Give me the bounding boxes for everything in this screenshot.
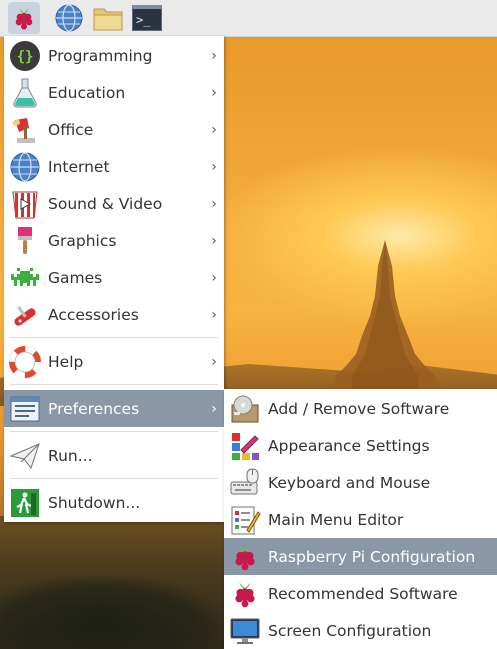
menu-separator (10, 384, 218, 385)
globe-icon (55, 4, 83, 32)
wallpaper-trees (0, 576, 220, 649)
submenu-item-keyboard-mouse[interactable]: Keyboard and Mouse (224, 464, 497, 501)
internet-icon (8, 150, 42, 184)
screen-configuration-icon (228, 614, 262, 648)
raspberry-icon (228, 577, 262, 611)
raspberry-icon (15, 8, 33, 30)
preferences-submenu: Add / Remove Software Appearance Setting… (224, 389, 497, 649)
submenu-arrow-icon: › (211, 158, 217, 175)
file-manager-button[interactable] (92, 2, 124, 34)
submenu-item-appearance-settings[interactable]: Appearance Settings (224, 427, 497, 464)
svg-text:{}: {} (17, 49, 34, 65)
main-menu: {} Programming › Education › Office › In… (4, 36, 224, 522)
menu-item-graphics[interactable]: Graphics › (4, 222, 224, 259)
menu-item-programming[interactable]: {} Programming › (4, 37, 224, 74)
submenu-arrow-icon: › (211, 269, 217, 286)
menu-item-run[interactable]: Run... (4, 437, 224, 474)
menu-separator (10, 337, 218, 338)
games-icon (8, 261, 42, 295)
main-menu-editor-icon (228, 503, 262, 537)
raspberry-icon (228, 540, 262, 574)
submenu-item-add-remove-software[interactable]: Add / Remove Software (224, 390, 497, 427)
submenu-item-main-menu-editor[interactable]: Main Menu Editor (224, 501, 497, 538)
submenu-arrow-icon: › (211, 400, 217, 417)
menu-button[interactable] (8, 2, 40, 34)
submenu-item-screen-configuration[interactable]: Screen Configuration (224, 612, 497, 649)
terminal-icon: >_ (132, 5, 162, 31)
submenu-arrow-icon: › (211, 195, 217, 212)
submenu-item-recommended-software[interactable]: Recommended Software (224, 575, 497, 612)
menu-item-office[interactable]: Office › (4, 111, 224, 148)
menu-item-games[interactable]: Games › (4, 259, 224, 296)
run-icon (8, 439, 42, 473)
accessories-icon (8, 298, 42, 332)
menu-item-sound-video[interactable]: Sound & Video › (4, 185, 224, 222)
browser-button[interactable] (53, 2, 85, 34)
folder-icon (93, 8, 123, 31)
menu-item-preferences[interactable]: Preferences › (4, 390, 224, 427)
education-icon (8, 76, 42, 110)
menu-separator (10, 431, 218, 432)
menu-item-accessories[interactable]: Accessories › (4, 296, 224, 333)
shutdown-icon (8, 486, 42, 520)
help-icon (8, 345, 42, 379)
appearance-settings-icon (228, 429, 262, 463)
submenu-arrow-icon: › (211, 121, 217, 138)
submenu-arrow-icon: › (211, 47, 217, 64)
submenu-arrow-icon: › (211, 353, 217, 370)
menu-separator (10, 478, 218, 479)
add-remove-software-icon (228, 392, 262, 426)
submenu-arrow-icon: › (211, 306, 217, 323)
menu-item-internet[interactable]: Internet › (4, 148, 224, 185)
menu-item-education[interactable]: Education › (4, 74, 224, 111)
preferences-icon (8, 392, 42, 426)
menu-item-help[interactable]: Help › (4, 343, 224, 380)
office-icon (8, 113, 42, 147)
submenu-arrow-icon: › (211, 84, 217, 101)
sound-video-icon (8, 187, 42, 221)
programming-icon: {} (8, 39, 42, 73)
menu-item-shutdown[interactable]: Shutdown... (4, 484, 224, 521)
submenu-item-raspberry-pi-configuration[interactable]: Raspberry Pi Configuration (224, 538, 497, 575)
graphics-icon (8, 224, 42, 258)
submenu-arrow-icon: › (211, 232, 217, 249)
taskbar: >_ (0, 0, 497, 37)
keyboard-mouse-icon (228, 466, 262, 500)
terminal-button[interactable]: >_ (131, 2, 163, 34)
